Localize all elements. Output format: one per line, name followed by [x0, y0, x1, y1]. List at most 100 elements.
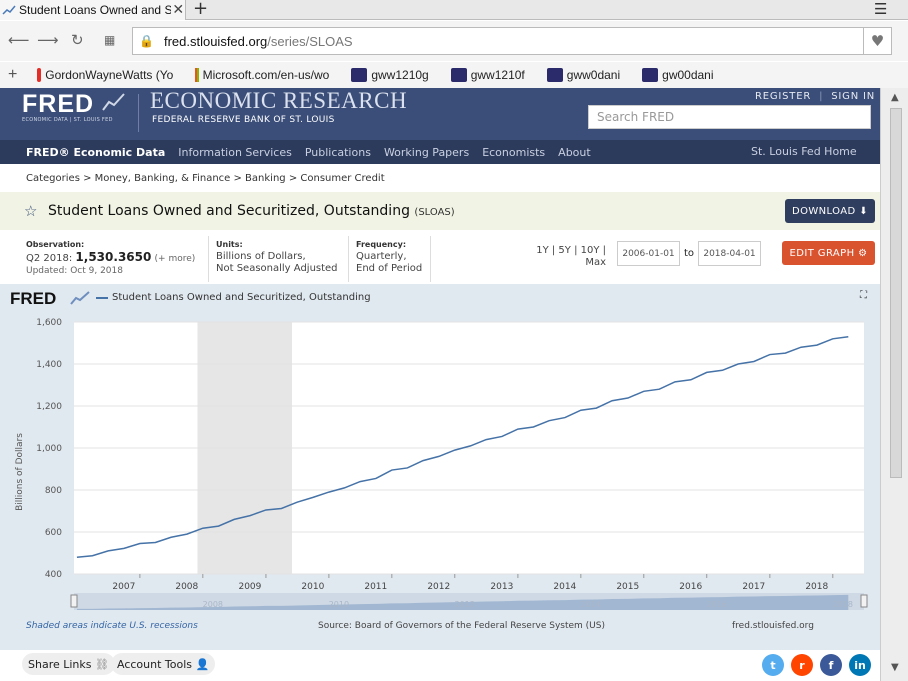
y-tick-label: 800 [45, 486, 62, 496]
fred-chart-icon [102, 93, 125, 111]
x-tick-label: 2017 [742, 582, 765, 592]
source-note: Source: Board of Governors of the Federa… [318, 621, 605, 631]
scroll-up-icon[interactable]: ▲ [891, 92, 899, 103]
navigator-label: 2008 [203, 600, 223, 609]
economic-research-title: ECONOMIC RESEARCH [150, 88, 408, 113]
bookmark-item[interactable]: gw00dani [642, 68, 714, 82]
y-axis-label: Billions of Dollars [15, 433, 25, 511]
reddit-icon[interactable]: r [791, 654, 813, 676]
nav-st-louis-fed-home[interactable]: St. Louis Fed Home [751, 145, 857, 158]
observation-value: 1,530.3650 [75, 250, 152, 264]
close-tab-icon[interactable]: ✕ [171, 2, 185, 18]
twitter-icon[interactable]: t [762, 654, 784, 676]
nav-economists[interactable]: Economists [482, 146, 545, 159]
main-nav: FRED® Economic Data Information Services… [0, 140, 880, 164]
tab-title: Student Loans Owned and Se [19, 3, 172, 17]
grid-icon[interactable]: ▦ [104, 33, 115, 47]
bookmark-item[interactable]: Microsoft.com/en-us/wo [195, 68, 329, 82]
meta-divider [348, 236, 349, 282]
graph-fred-logo: FRED [10, 289, 57, 308]
navigator-label: 2018 [833, 600, 853, 609]
user-icon: 👤 [195, 657, 210, 671]
x-tick-label: 2010 [301, 582, 324, 592]
nav-working-papers[interactable]: Working Papers [384, 146, 469, 159]
bookmark-item[interactable]: GordonWayneWatts (Yo [37, 68, 173, 82]
x-tick-label: 2009 [238, 582, 261, 592]
linkedin-icon[interactable]: in [849, 654, 871, 676]
gear-icon: ⚙ [858, 247, 868, 259]
nav-publications[interactable]: Publications [305, 146, 371, 159]
navigator-label: 2014 [581, 600, 601, 609]
star-icon[interactable]: ☆ [24, 202, 37, 220]
fred-logo[interactable]: FRED [22, 90, 94, 119]
expand-icon[interactable]: ⛶ [860, 290, 867, 301]
browser-tab[interactable]: Student Loans Owned and Se ✕ [0, 0, 186, 20]
search-input[interactable]: Search FRED [588, 105, 871, 129]
menu-icon[interactable]: ☰ [874, 0, 887, 18]
legend-swatch [96, 296, 108, 299]
nav-about[interactable]: About [558, 146, 591, 159]
download-icon: ⬇ [859, 205, 868, 217]
bookmark-item[interactable]: gww1210g [351, 68, 429, 82]
series-title: Student Loans Owned and Securitized, Out… [48, 203, 455, 219]
breadcrumb[interactable]: Categories > Money, Banking, & Finance >… [26, 173, 385, 184]
register-link[interactable]: REGISTER [755, 91, 811, 102]
new-tab-button[interactable]: + [193, 0, 208, 18]
to-label: to [684, 248, 695, 259]
link-divider: | [819, 91, 824, 102]
bookmark-item[interactable]: gww1210f [450, 68, 525, 82]
x-tick-label: 2014 [553, 582, 576, 592]
share-links-button[interactable]: Share Links ⛓ [22, 653, 115, 675]
more-link[interactable]: (+ more) [155, 254, 196, 264]
bookmark-icon [351, 68, 368, 82]
add-bookmark-icon[interactable]: + [8, 66, 17, 84]
back-icon[interactable]: ⟵ [8, 31, 30, 49]
date-range-buttons[interactable]: 1Y | 5Y | 10Y | Max [522, 245, 606, 269]
navigator-left-handle[interactable] [70, 594, 78, 608]
x-tick-label: 2015 [616, 582, 639, 592]
edit-graph-button[interactable]: EDIT GRAPH ⚙ [782, 241, 875, 265]
address-bar[interactable]: 🔒 fred.stlouisfed.org/series/SLOAS [132, 27, 864, 55]
scroll-down-icon[interactable]: ▼ [891, 662, 899, 673]
meta-divider [430, 236, 431, 282]
x-tick-label: 2008 [175, 582, 198, 592]
frb-title: FEDERAL RESERVE BANK OF ST. LOUIS [152, 115, 335, 125]
scroll-thumb[interactable] [890, 108, 902, 478]
x-tick-label: 2018 [805, 582, 828, 592]
x-tick-label: 2007 [112, 582, 135, 592]
graph-logo-chart-icon [70, 291, 90, 305]
sign-in-link[interactable]: SIGN IN [831, 91, 875, 102]
download-button[interactable]: DOWNLOAD ⬇ [785, 199, 875, 223]
bookmark-icon [642, 68, 659, 82]
forward-icon[interactable]: ⟶ [37, 31, 59, 49]
x-tick-label: 2012 [427, 582, 450, 592]
lock-icon: 🔒 [139, 34, 154, 48]
x-tick-label: 2016 [679, 582, 702, 592]
url-host: fred.stlouisfed.org [163, 33, 268, 49]
web-page: FRED ECONOMIC DATA | ST. LOUIS FED ECONO… [0, 88, 880, 681]
navigator-right-handle[interactable] [860, 594, 868, 608]
x-tick-label: 2011 [364, 582, 387, 592]
units-block: Units: Billions of Dollars, Not Seasonal… [216, 240, 338, 274]
bookmark-icon [450, 68, 467, 82]
reload-icon[interactable]: ↻ [71, 31, 84, 49]
link-icon: ⛓ [95, 657, 109, 671]
navigator-label: 2010 [329, 600, 349, 609]
y-tick-label: 1,000 [36, 444, 62, 454]
account-links: REGISTER | SIGN IN [755, 91, 875, 102]
url-path: /series/SLOAS [267, 33, 353, 49]
graph-legend: Student Loans Owned and Securitized, Out… [96, 292, 371, 303]
recession-note[interactable]: Shaded areas indicate U.S. recessions [26, 621, 198, 631]
start-date-input[interactable]: 2006-01-01 [617, 241, 680, 266]
account-tools-button[interactable]: Account Tools 👤 [111, 653, 216, 675]
pocket-heart-icon[interactable]: ♥ [864, 27, 892, 55]
bookmark-item[interactable]: gww0dani [546, 68, 620, 82]
nav-fred-economic-data[interactable]: FRED® Economic Data [26, 146, 165, 159]
site-url: fred.stlouisfed.org [732, 621, 814, 631]
end-date-input[interactable]: 2018-04-01 [698, 241, 761, 266]
frequency-block: Frequency: Quarterly, End of Period [356, 240, 423, 274]
line-chart[interactable]: 400 600 800 1,000 1,200 1,400 1,600 2007 2008 20… [0, 314, 880, 614]
header-divider [138, 94, 139, 132]
nav-information-services[interactable]: Information Services [178, 146, 292, 159]
facebook-icon[interactable]: f [820, 654, 842, 676]
